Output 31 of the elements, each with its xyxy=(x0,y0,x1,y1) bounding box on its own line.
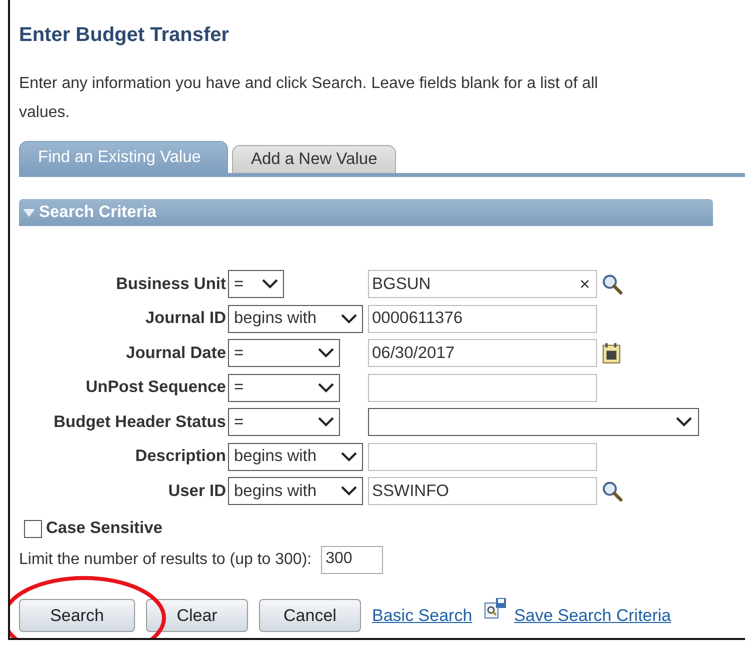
page-title: Enter Budget Transfer xyxy=(18,23,230,47)
field-label: UnPost Sequence xyxy=(84,378,227,397)
link[interactable]: Basic Search xyxy=(372,606,472,626)
tab[interactable]: Add a New Value xyxy=(232,145,396,173)
input-field[interactable]: 06/30/2017 xyxy=(368,339,597,367)
operator-dropdown[interactable]: begins with xyxy=(228,442,363,470)
field-label: Description xyxy=(134,447,227,466)
operator-dropdown[interactable]: = xyxy=(228,270,284,298)
limit-field[interactable]: 300 xyxy=(320,546,383,574)
operator-dropdown[interactable]: = xyxy=(228,374,340,402)
operator-dropdown[interactable]: = xyxy=(228,339,340,367)
field-label: Journal Date xyxy=(125,344,227,362)
action-button[interactable]: Clear xyxy=(146,599,248,632)
action-button[interactable]: Cancel xyxy=(259,599,361,632)
action-button[interactable]: Search xyxy=(19,599,135,632)
input-field[interactable]: SSWINFO xyxy=(368,477,597,505)
field-label: Business Unit xyxy=(114,274,227,294)
field-label: Budget Header Status xyxy=(52,412,227,432)
input-field[interactable]: 0000611376 xyxy=(368,304,597,332)
operator-dropdown[interactable]: = xyxy=(228,408,340,436)
input-field[interactable]: BGSUN × xyxy=(368,270,597,298)
field-label: Journal ID xyxy=(144,309,227,328)
operator-dropdown[interactable]: begins with xyxy=(228,304,363,332)
checkbox-label: Case Sensitive xyxy=(46,519,162,538)
section-title: Search Criteria xyxy=(39,203,156,222)
operator-dropdown[interactable]: begins with xyxy=(228,477,363,505)
instructions: Enter any information you have and click Search. Leave fields blank for a list of all values. xyxy=(18,74,599,123)
clear-button[interactable]: × xyxy=(579,274,590,294)
link[interactable]: Save Search Criteria xyxy=(514,606,672,626)
field-label: User ID xyxy=(167,482,227,500)
limit-label: Limit the number of results to (up to 300): xyxy=(19,551,312,569)
